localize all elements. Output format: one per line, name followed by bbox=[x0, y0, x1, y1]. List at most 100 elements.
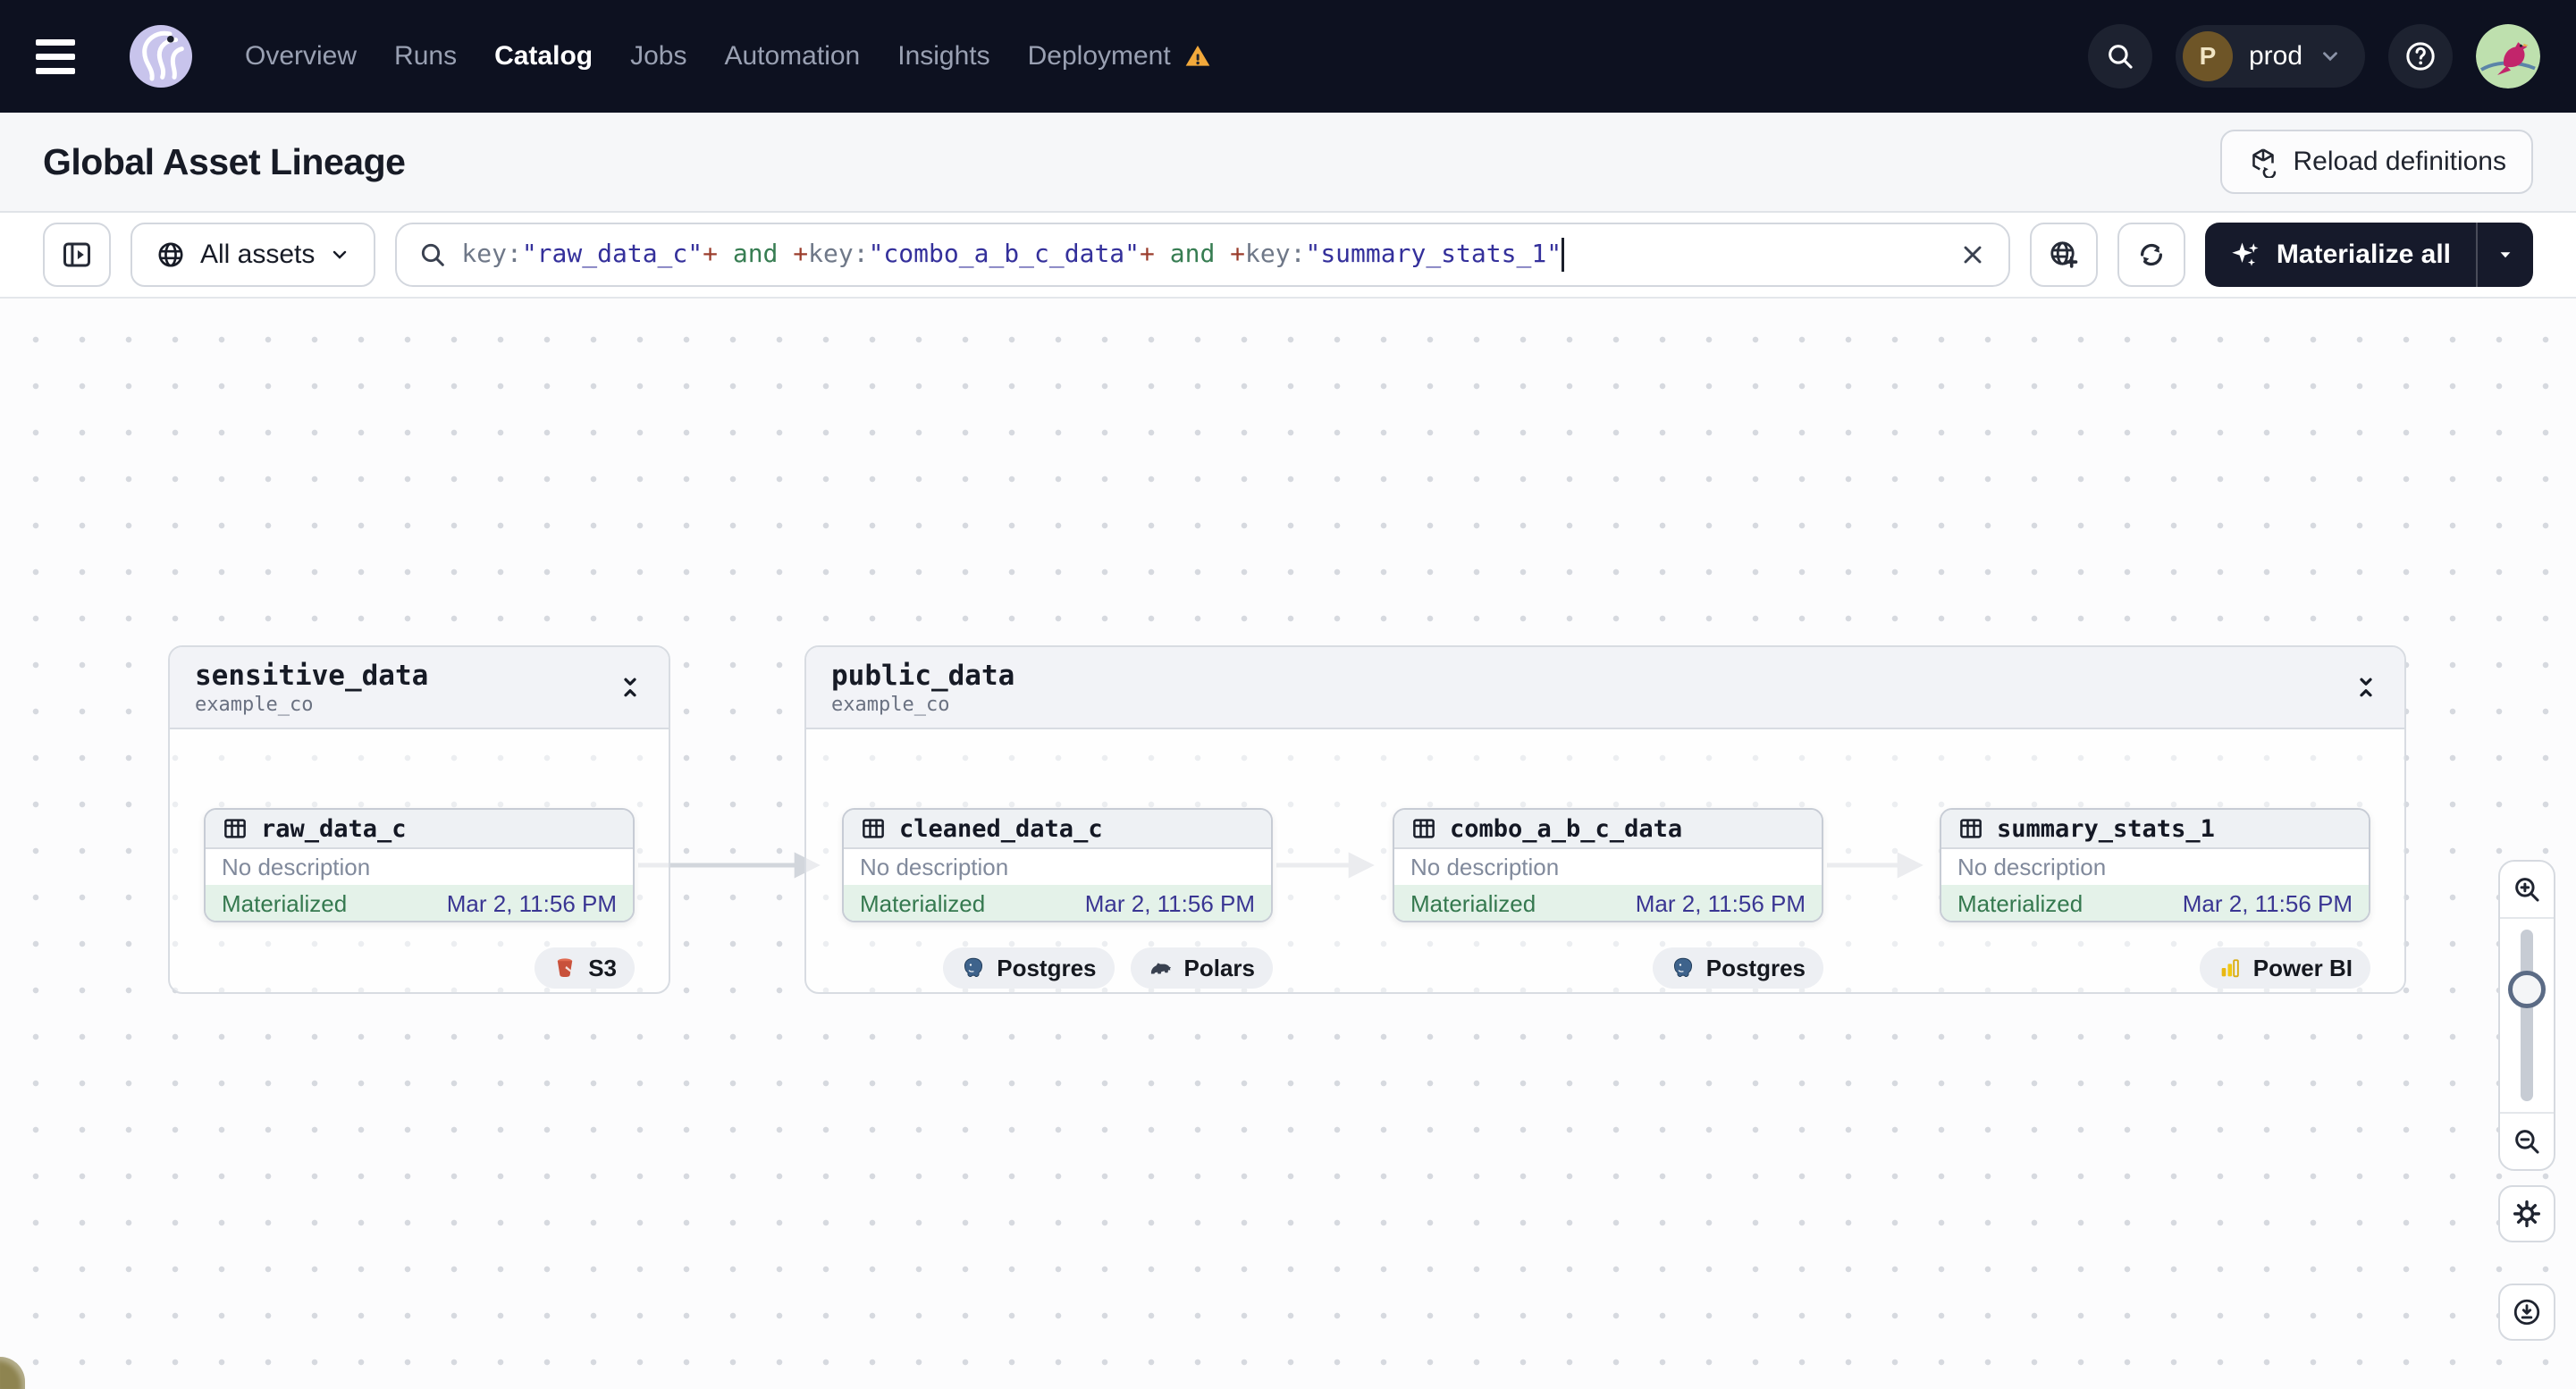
status-badge: Materialized bbox=[1410, 889, 1536, 917]
refresh-icon bbox=[2140, 243, 2162, 266]
tag-label: Postgres bbox=[997, 954, 1097, 981]
collapse-icon bbox=[624, 678, 636, 697]
close-icon bbox=[1964, 246, 1982, 264]
chevron-down-icon bbox=[333, 250, 347, 259]
panel-expand-icon bbox=[63, 242, 90, 267]
asset-description: No description bbox=[1410, 853, 1560, 880]
status-badge: Materialized bbox=[222, 889, 348, 917]
text-cursor bbox=[1562, 238, 1565, 272]
asset-node-header: cleaned_data_c bbox=[844, 810, 1271, 849]
help-icon bbox=[2406, 42, 2435, 71]
collapse-group-button[interactable] bbox=[2353, 674, 2379, 701]
tag-s3[interactable]: S3 bbox=[535, 947, 635, 989]
group-subtitle: example_co bbox=[195, 693, 314, 716]
group-subtitle: example_co bbox=[831, 693, 950, 716]
download-icon bbox=[2513, 1299, 2540, 1326]
asset-status-row: Materialized Mar 2, 11:56 PM bbox=[1394, 885, 1822, 921]
user-avatar[interactable] bbox=[2476, 24, 2540, 88]
asset-name: summary_stats_1 bbox=[1997, 814, 2215, 843]
zoom-out-icon bbox=[2515, 1130, 2539, 1154]
materialize-all-dropdown[interactable] bbox=[2478, 223, 2533, 287]
asset-node-raw-data-c[interactable]: raw_data_c No description Materialized M… bbox=[204, 808, 635, 922]
asset-description: No description bbox=[222, 853, 371, 880]
materialization-timestamp: Mar 2, 11:56 PM bbox=[1635, 889, 1806, 917]
page-header: Global Asset Lineage Reload definitions bbox=[0, 113, 2576, 213]
collapse-icon bbox=[2360, 678, 2372, 697]
group-header: public_data example_co bbox=[806, 647, 2404, 729]
warning-icon bbox=[1185, 46, 1210, 66]
graph-settings-button[interactable] bbox=[2498, 1185, 2555, 1242]
menu-icon[interactable] bbox=[36, 28, 93, 85]
top-navbar: Overview Runs Catalog Jobs Automation In… bbox=[0, 0, 2576, 113]
materialization-timestamp: Mar 2, 11:56 PM bbox=[1084, 889, 1255, 917]
zoom-slider-handle[interactable] bbox=[2508, 971, 2546, 1008]
deployment-switcher[interactable]: P prod bbox=[2175, 25, 2365, 88]
zoom-out-button[interactable] bbox=[2500, 1112, 2554, 1169]
nav-overview[interactable]: Overview bbox=[245, 41, 357, 72]
deployment-avatar: P bbox=[2182, 31, 2233, 81]
asset-node-header: combo_a_b_c_data bbox=[1394, 810, 1822, 849]
asset-status-row: Materialized Mar 2, 11:56 PM bbox=[844, 885, 1271, 921]
search-button[interactable] bbox=[2087, 24, 2152, 88]
materialization-timestamp: Mar 2, 11:56 PM bbox=[446, 889, 617, 917]
power-bi-icon bbox=[2221, 959, 2239, 978]
tag-row-raw-data-c: S3 bbox=[204, 947, 635, 989]
reload-definitions-icon bbox=[2252, 148, 2276, 178]
zoom-in-button[interactable] bbox=[2500, 862, 2554, 919]
asset-scope-dropdown[interactable]: All assets bbox=[130, 223, 376, 287]
clear-filter-button[interactable] bbox=[1958, 240, 1987, 269]
sparkles-icon bbox=[2232, 242, 2259, 266]
reload-definitions-button[interactable]: Reload definitions bbox=[2219, 130, 2533, 194]
asset-node-summary-stats-1[interactable]: summary_stats_1 No description Materiali… bbox=[1940, 808, 2370, 922]
gear-icon bbox=[2513, 1200, 2541, 1228]
nav-jobs[interactable]: Jobs bbox=[630, 41, 686, 72]
tag-polars[interactable]: Polars bbox=[1130, 947, 1273, 989]
group-name: sensitive_data bbox=[195, 659, 429, 692]
materialize-all-split-button: Materialize all bbox=[2204, 223, 2533, 287]
lineage-graph-canvas[interactable]: sensitive_data example_co public_data ex… bbox=[0, 299, 2576, 1389]
polars-icon bbox=[1150, 963, 1171, 974]
globe-plus-icon bbox=[2050, 241, 2078, 268]
chevron-down-icon bbox=[2323, 52, 2337, 62]
asset-node-header: raw_data_c bbox=[206, 810, 633, 849]
tag-row-cleaned-data-c: Postgres Polars bbox=[842, 947, 1273, 989]
refresh-button[interactable] bbox=[2117, 223, 2185, 287]
nav-automation[interactable]: Automation bbox=[724, 41, 860, 72]
tag-power-bi[interactable]: Power BI bbox=[2199, 947, 2370, 989]
zoom-slider-track[interactable] bbox=[2521, 930, 2533, 1101]
collapse-group-button[interactable] bbox=[617, 674, 644, 701]
postgres-icon bbox=[1673, 957, 1692, 978]
deployment-name: prod bbox=[2248, 41, 2302, 71]
status-badge: Materialized bbox=[1957, 889, 2084, 917]
tag-label: Power BI bbox=[2252, 954, 2353, 981]
asset-filter-input[interactable]: key:"raw_data_c"+ and +key:"combo_a_b_c_… bbox=[395, 223, 2010, 287]
asset-status-row: Materialized Mar 2, 11:56 PM bbox=[1941, 885, 2369, 921]
download-graph-button[interactable] bbox=[2498, 1284, 2555, 1341]
s3-icon bbox=[558, 958, 573, 978]
asset-description: No description bbox=[860, 853, 1009, 880]
zoom-in-icon bbox=[2515, 878, 2539, 902]
group-header: sensitive_data example_co bbox=[170, 647, 669, 729]
help-button[interactable] bbox=[2388, 24, 2453, 88]
asset-node-combo-a-b-c-data[interactable]: combo_a_b_c_data No description Material… bbox=[1393, 808, 1823, 922]
nav-runs[interactable]: Runs bbox=[394, 41, 457, 72]
status-badge: Materialized bbox=[860, 889, 986, 917]
tag-label: S3 bbox=[588, 954, 617, 981]
new-asset-selection-button[interactable] bbox=[2029, 223, 2098, 287]
materialize-all-button[interactable]: Materialize all bbox=[2205, 223, 2476, 287]
nav-deployment[interactable]: Deployment bbox=[1028, 41, 1212, 72]
nav-catalog[interactable]: Catalog bbox=[494, 41, 593, 72]
asset-description: No description bbox=[1957, 853, 2107, 880]
tag-postgres[interactable]: Postgres bbox=[1652, 947, 1823, 989]
table-icon bbox=[224, 819, 246, 838]
filter-bar: All assets key:"raw_data_c"+ and +key:"c… bbox=[0, 213, 2576, 299]
materialization-timestamp: Mar 2, 11:56 PM bbox=[2182, 889, 2353, 917]
zoom-slider[interactable] bbox=[2500, 919, 2554, 1112]
zoom-toolbar bbox=[2498, 860, 2555, 1171]
nav-insights[interactable]: Insights bbox=[897, 41, 989, 72]
open-sidebar-panel-button[interactable] bbox=[43, 223, 111, 287]
page-title: Global Asset Lineage bbox=[43, 140, 406, 182]
tag-postgres[interactable]: Postgres bbox=[943, 947, 1115, 989]
asset-node-cleaned-data-c[interactable]: cleaned_data_c No description Materializ… bbox=[842, 808, 1273, 922]
minimap-corner bbox=[0, 1357, 25, 1389]
